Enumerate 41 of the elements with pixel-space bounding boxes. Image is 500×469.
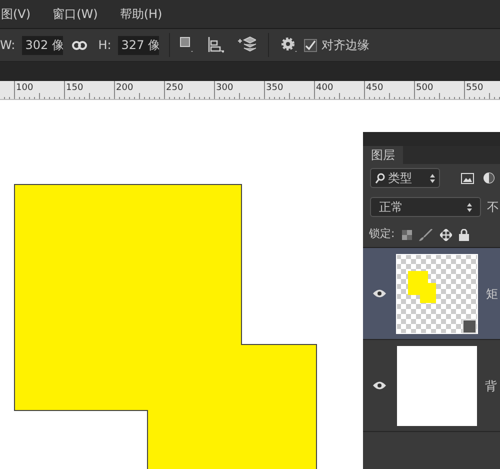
stepper-arrows-icon bbox=[467, 202, 472, 212]
link-icon[interactable] bbox=[72, 40, 88, 50]
align-icon[interactable] bbox=[208, 36, 224, 54]
stepper-arrows-icon bbox=[430, 174, 435, 182]
lock-icon[interactable] bbox=[458, 228, 469, 240]
ruler-label: 100 bbox=[16, 82, 34, 94]
height-label: H: bbox=[98, 37, 112, 54]
align-edges-checkbox[interactable] bbox=[304, 38, 318, 52]
ruler-label: 250 bbox=[166, 82, 184, 94]
ruler-label: 200 bbox=[116, 82, 134, 94]
adjustment-filter-icon[interactable] bbox=[483, 172, 495, 184]
lock-transparency-icon[interactable] bbox=[402, 230, 412, 240]
width-label: W: bbox=[0, 37, 16, 54]
ruler-label: 550 bbox=[466, 82, 484, 94]
width-field[interactable]: 302 像 bbox=[22, 36, 64, 54]
menu-item[interactable]: 帮助(H) bbox=[120, 5, 162, 23]
ruler-label: 400 bbox=[316, 82, 334, 94]
image-filter-icon[interactable] bbox=[461, 172, 474, 184]
ruler-label: 350 bbox=[266, 82, 284, 94]
layer-row[interactable]: 矩 bbox=[363, 248, 500, 340]
eye-icon[interactable] bbox=[373, 381, 386, 390]
layer-name: 矩 bbox=[486, 286, 498, 302]
menu-item[interactable]: 窗口(W) bbox=[52, 5, 98, 23]
ruler-label: 500 bbox=[416, 82, 434, 94]
arrange-icon[interactable] bbox=[236, 36, 256, 54]
eye-icon[interactable] bbox=[373, 289, 386, 298]
layers-tab[interactable]: 图层 bbox=[363, 146, 403, 164]
lock-label: 锁定: bbox=[369, 226, 395, 242]
search-icon bbox=[375, 172, 385, 184]
blend-mode-dropdown[interactable]: 正常 bbox=[370, 197, 481, 217]
ruler-label: 300 bbox=[216, 82, 234, 94]
filter-dropdown[interactable]: 类型 bbox=[370, 168, 440, 188]
height-field[interactable]: 327 像 bbox=[118, 36, 160, 54]
brush-icon[interactable] bbox=[418, 228, 433, 240]
opacity-label: 不 bbox=[487, 199, 499, 216]
move-icon[interactable] bbox=[440, 228, 452, 240]
layer-name: 背 bbox=[485, 378, 497, 394]
ruler-label: 150 bbox=[66, 82, 84, 94]
checkbox-label: 对齐边缘 bbox=[321, 37, 370, 54]
menu-item[interactable]: 图(V) bbox=[1, 5, 31, 23]
ruler-label: 450 bbox=[366, 82, 384, 94]
